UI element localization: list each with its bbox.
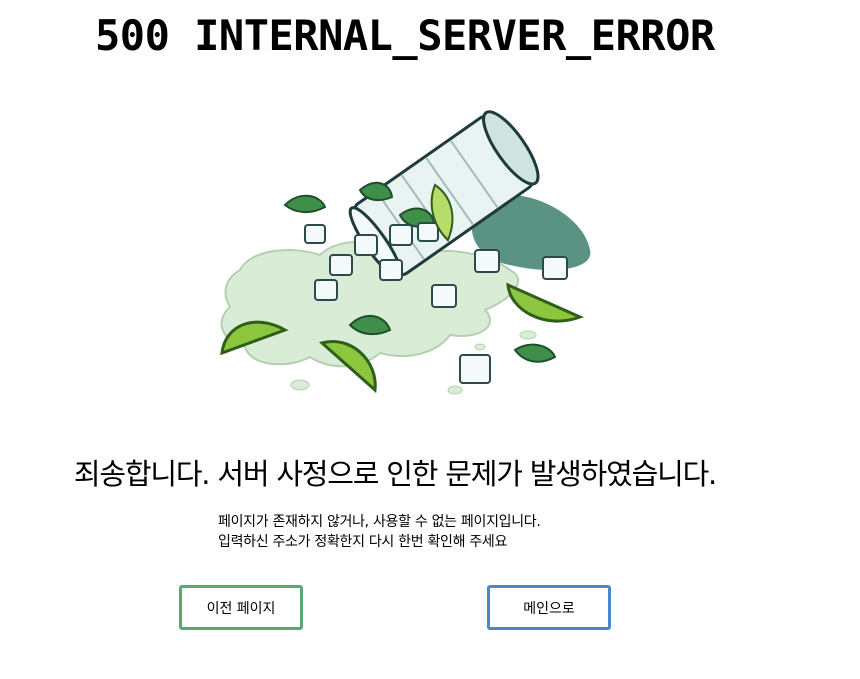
description-line-2: 입력하신 주소가 정확한지 다시 한번 확인해 주세요 (218, 534, 508, 550)
error-headline: 죄송합니다. 서버 사정으로 인한 문제가 발생하였습니다. (73, 457, 717, 491)
previous-page-button[interactable]: 이전 페이지 (179, 585, 303, 630)
description-line-1: 페이지가 존재하지 않거나, 사용할 수 없는 페이지입니다. (218, 514, 541, 530)
spilled-mojito-illustration (220, 110, 591, 395)
error-code-title: 500 INTERNAL_SERVER_ERROR (95, 11, 715, 60)
error-description: 페이지가 존재하지 않거나, 사용할 수 없는 페이지입니다. 입력하신 주소가… (218, 512, 541, 552)
go-to-main-button[interactable]: 메인으로 (487, 585, 611, 630)
